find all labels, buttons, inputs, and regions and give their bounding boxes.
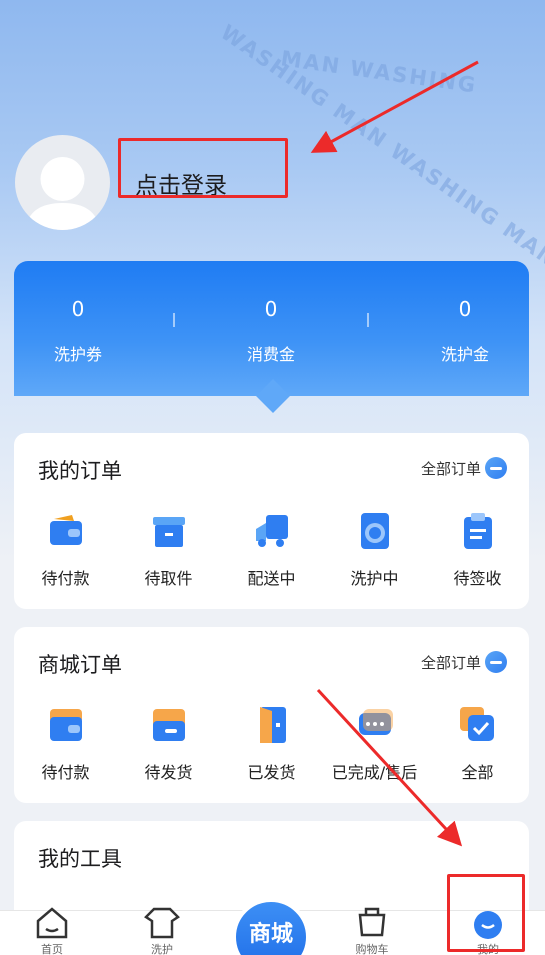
wallet-icon [46, 705, 86, 745]
order-item-to-sign[interactable]: 待签收 [426, 511, 529, 589]
mall-orders-title: 商城订单 [38, 653, 122, 677]
my-orders-all-link[interactable]: 全部订单 [421, 457, 507, 479]
arrow-right-icon [485, 651, 507, 673]
mall-item-unpaid[interactable]: 待付款 [14, 705, 117, 783]
door-icon [252, 705, 292, 745]
order-item-delivering[interactable]: 配送中 [220, 511, 323, 589]
my-orders-title: 我的订单 [38, 459, 122, 483]
wallet-coupon-value: 0 [71, 297, 85, 321]
my-orders-all-label: 全部订单 [420, 459, 481, 478]
order-item-unpaid[interactable]: 待付款 [14, 511, 117, 589]
order-item-pickup[interactable]: 待取件 [117, 511, 220, 589]
mall-orders-all-label: 全部订单 [420, 653, 481, 672]
wallet-panel: 0 洗护券 0 消费金 0 洗护金 [14, 261, 529, 396]
order-item-label: 待付款 [41, 569, 90, 588]
truck-icon [252, 511, 292, 551]
order-item-label: 洗护中 [350, 569, 399, 588]
washer-icon [355, 511, 395, 551]
annotation-box-mine [447, 874, 525, 952]
mall-item-all[interactable]: 全部 [426, 705, 529, 783]
wallet-consume-value: 0 [264, 297, 278, 321]
clipboard-icon [458, 511, 498, 551]
wallet-icon [46, 511, 86, 551]
order-item-label: 待取件 [144, 569, 193, 588]
order-item-label: 待签收 [453, 569, 502, 588]
tab-label: 首页 [41, 943, 63, 955]
home-icon [34, 905, 70, 939]
tools-title: 我的工具 [38, 847, 122, 871]
mall-item-label: 已发货 [247, 763, 296, 782]
order-item-washing[interactable]: 洗护中 [323, 511, 426, 589]
tab-home[interactable]: 首页 [2, 907, 102, 955]
my-orders-card: 我的订单 全部订单 待付款 待取件 配送中 洗护中 待签收 [14, 433, 529, 609]
mall-orders-card: 商城订单 全部订单 待付款 待发货 已发货 已完成/售后 全部 [14, 627, 529, 803]
wallet-consume[interactable]: 0 消费金 [211, 297, 331, 365]
wallet-care-fund[interactable]: 0 洗护金 [405, 297, 525, 365]
divider [173, 313, 175, 327]
wallet-care-fund-value: 0 [458, 297, 472, 321]
tab-wash[interactable]: 洗护 [112, 907, 212, 955]
mall-orders-items: 待付款 待发货 已发货 已完成/售后 全部 [14, 705, 529, 795]
mall-item-completed[interactable]: 已完成/售后 [323, 705, 426, 783]
order-item-label: 配送中 [247, 569, 296, 588]
mall-orders-all-link[interactable]: 全部订单 [421, 651, 507, 673]
annotation-box-login [118, 138, 288, 198]
shirt-icon [144, 905, 180, 939]
tab-label: 洗护 [151, 943, 173, 955]
mall-item-to-ship[interactable]: 待发货 [117, 705, 220, 783]
wallet-consume-label: 消费金 [246, 345, 295, 364]
package-icon [149, 705, 189, 745]
arrow-right-icon [485, 457, 507, 479]
avatar[interactable] [15, 135, 110, 230]
wallet-coupon-label: 洗护券 [53, 345, 102, 364]
mall-item-shipped[interactable]: 已发货 [220, 705, 323, 783]
my-orders-items: 待付款 待取件 配送中 洗护中 待签收 [14, 511, 529, 601]
chat-icon [355, 705, 395, 745]
avatar-placeholder-icon [25, 157, 100, 230]
divider [367, 313, 369, 327]
wallet-coupon[interactable]: 0 洗护券 [18, 297, 138, 365]
mall-item-label: 待发货 [144, 763, 193, 782]
mall-item-label: 待付款 [41, 763, 90, 782]
check-card-icon [458, 705, 498, 745]
box-icon [149, 511, 189, 551]
tab-cart[interactable]: 购物车 [322, 907, 422, 955]
tab-label: 购物车 [355, 943, 389, 955]
cart-icon [354, 905, 390, 939]
mall-item-label: 已完成/售后 [331, 763, 418, 782]
wallet-care-fund-label: 洗护金 [440, 345, 489, 364]
mall-item-label: 全部 [461, 763, 494, 782]
